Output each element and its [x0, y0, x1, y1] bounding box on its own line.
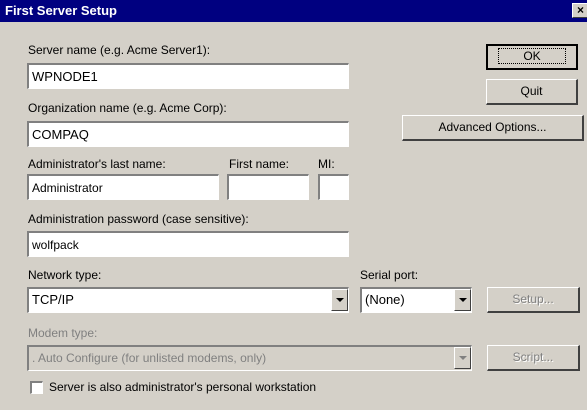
mi-input[interactable] — [318, 174, 349, 200]
mi-label: MI: — [318, 157, 335, 171]
admin-last-name-input[interactable] — [27, 174, 219, 200]
title-bar: First Server Setup × — [0, 0, 587, 22]
organization-name-label: Organization name (e.g. Acme Corp): — [28, 101, 227, 115]
serial-port-select[interactable]: (None) — [360, 287, 472, 313]
first-name-input[interactable] — [227, 174, 309, 200]
close-icon: × — [576, 3, 584, 17]
close-button[interactable]: × — [572, 3, 587, 18]
organization-name-input[interactable] — [27, 121, 349, 147]
personal-workstation-label: Server is also administrator's personal … — [49, 380, 317, 394]
quit-button[interactable]: Quit — [486, 79, 578, 105]
password-input[interactable] — [27, 231, 349, 257]
chevron-down-icon[interactable] — [454, 289, 471, 311]
password-label: Administration password (case sensitive)… — [28, 212, 249, 226]
setup-button-label: Setup... — [512, 292, 554, 306]
network-type-select[interactable]: TCP/IP — [27, 287, 349, 313]
advanced-options-button-label: Advanced Options... — [438, 120, 547, 134]
chevron-down-icon[interactable] — [331, 289, 348, 311]
network-type-value: TCP/IP — [32, 292, 74, 307]
advanced-options-button[interactable]: Advanced Options... — [402, 115, 584, 141]
ok-button[interactable]: OK — [486, 44, 578, 70]
script-button[interactable]: Script... — [487, 345, 580, 371]
server-name-label: Server name (e.g. Acme Server1): — [28, 43, 211, 57]
serial-port-label: Serial port: — [360, 268, 419, 282]
script-button-label: Script... — [512, 350, 554, 364]
setup-button[interactable]: Setup... — [487, 287, 580, 313]
ok-button-label: OK — [498, 48, 566, 64]
admin-last-name-label: Administrator's last name: — [28, 157, 166, 171]
modem-type-select[interactable]: . Auto Configure (for unlisted modems, o… — [27, 345, 472, 371]
quit-button-label: Quit — [520, 84, 543, 98]
chevron-down-icon — [454, 347, 471, 369]
serial-port-value: (None) — [365, 292, 405, 307]
window-title: First Server Setup — [5, 3, 117, 18]
server-name-input[interactable] — [27, 63, 349, 89]
network-type-label: Network type: — [28, 268, 102, 282]
first-name-label: First name: — [229, 157, 290, 171]
personal-workstation-checkbox[interactable] — [30, 381, 43, 394]
modem-type-value: . Auto Configure (for unlisted modems, o… — [32, 351, 267, 365]
modem-type-label: Modem type: — [28, 326, 98, 340]
